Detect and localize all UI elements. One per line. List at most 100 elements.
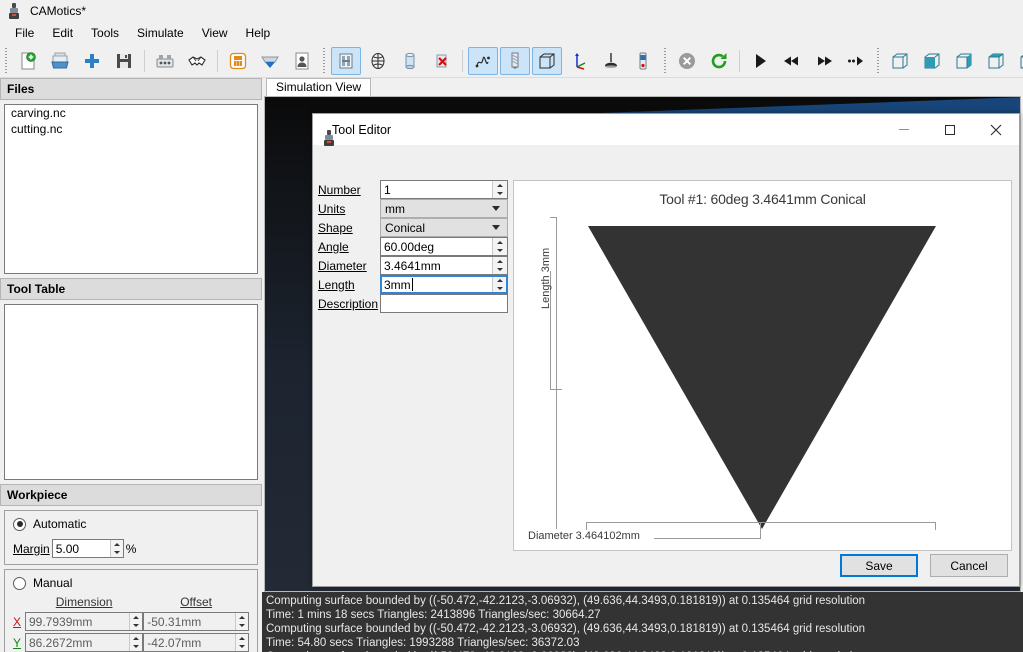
angle-step-up[interactable] — [493, 238, 507, 247]
show-axes-button[interactable] — [564, 47, 594, 75]
save-button[interactable]: Save — [840, 554, 918, 577]
stop-button[interactable] — [672, 47, 702, 75]
margin-spinbox[interactable] — [51, 539, 124, 558]
download-button[interactable] — [255, 47, 285, 75]
offset-x-input[interactable] — [144, 613, 235, 630]
list-item[interactable]: cutting.nc — [5, 121, 257, 137]
new-file-button[interactable] — [13, 47, 43, 75]
workpiece-panel-title: Workpiece — [0, 484, 262, 506]
margin-step-up[interactable] — [111, 540, 122, 549]
toolbar-drag-handle[interactable] — [320, 47, 328, 74]
menu-simulate[interactable]: Simulate — [128, 23, 193, 43]
handshake-button[interactable] — [182, 47, 212, 75]
description-input[interactable] — [380, 294, 508, 313]
offset-x-spinbox[interactable] — [143, 612, 249, 631]
view-right-button[interactable] — [1013, 47, 1023, 75]
list-item[interactable]: carving.nc — [5, 105, 257, 121]
show-wireframe-button[interactable] — [363, 47, 393, 75]
play-button[interactable] — [745, 47, 775, 75]
dimension-y-spinbox[interactable] — [25, 633, 144, 652]
shape-select[interactable]: Conical — [380, 218, 508, 237]
diameter-spinbox[interactable]: 3.4641mm — [380, 256, 508, 275]
view-isometric-button[interactable] — [885, 47, 915, 75]
tool-preview: Tool #1: 60deg 3.4641mm Conical Length 3… — [513, 180, 1012, 551]
export-button[interactable] — [223, 47, 253, 75]
menu-edit[interactable]: Edit — [43, 23, 82, 43]
show-tool-button[interactable] — [500, 46, 530, 75]
angle-step-down[interactable] — [493, 247, 507, 256]
view-front-button[interactable] — [917, 47, 947, 75]
view-back-button[interactable] — [949, 47, 979, 75]
maximize-icon[interactable] — [927, 114, 973, 145]
machine-button[interactable] — [150, 47, 180, 75]
show-solid-button[interactable] — [395, 47, 425, 75]
toolbar-drag-handle[interactable] — [874, 47, 882, 74]
angle-spinbox[interactable]: 60.00deg — [380, 237, 508, 256]
margin-input[interactable] — [52, 540, 111, 557]
files-list[interactable]: carving.nc cutting.nc — [4, 104, 258, 274]
save-file-button[interactable] — [109, 47, 139, 75]
offset-y-input[interactable] — [144, 634, 235, 651]
length-value-wrap[interactable]: 3mm — [381, 276, 492, 293]
offset-y-step-down[interactable] — [236, 643, 248, 652]
menu-view[interactable]: View — [193, 23, 237, 43]
number-value[interactable]: 1 — [381, 181, 492, 198]
fast-forward-button[interactable] — [809, 47, 839, 75]
show-machine-button[interactable] — [596, 47, 626, 75]
length-spinbox[interactable]: 3mm — [380, 275, 508, 294]
skip-to-end-button[interactable] — [841, 47, 871, 75]
show-path-button[interactable] — [468, 46, 498, 75]
automatic-radio-row[interactable]: Automatic — [13, 517, 249, 531]
offset-x-step-up[interactable] — [236, 613, 248, 622]
clear-workpiece-button[interactable] — [427, 47, 457, 75]
dimension-x-spinbox[interactable] — [25, 612, 144, 631]
show-bounds-button[interactable] — [532, 46, 562, 75]
angle-value[interactable]: 60.00deg — [381, 238, 492, 255]
dimension-x-step-up[interactable] — [130, 613, 142, 622]
diameter-step-down[interactable] — [493, 266, 507, 275]
dimension-y-step-up[interactable] — [130, 634, 142, 643]
offset-y-step-up[interactable] — [236, 634, 248, 643]
manual-radio-row[interactable]: Manual — [13, 576, 249, 590]
toolbar-drag-handle[interactable] — [2, 47, 10, 74]
menu-help[interactable]: Help — [237, 23, 280, 43]
menubar: File Edit Tools Simulate View Help — [0, 22, 1023, 44]
margin-step-down[interactable] — [111, 549, 122, 558]
cancel-button[interactable]: Cancel — [930, 554, 1008, 577]
minimize-icon[interactable] — [881, 114, 927, 145]
workpiece-manual-group: Manual Dimension Offset X 99.7939mm -50.… — [4, 569, 258, 652]
account-button[interactable] — [287, 47, 317, 75]
length-step-up[interactable] — [493, 276, 507, 285]
dimension-y-input[interactable] — [26, 634, 129, 651]
rewind-button[interactable] — [777, 47, 807, 75]
add-file-button[interactable] — [77, 47, 107, 75]
toolbar-drag-handle[interactable] — [661, 47, 669, 74]
number-spinbox[interactable]: 1 — [380, 180, 508, 199]
menu-file[interactable]: File — [6, 23, 43, 43]
view-left-button[interactable] — [981, 47, 1011, 75]
dialog-titlebar[interactable]: Tool Editor — [313, 114, 1019, 146]
manual-radio[interactable] — [13, 576, 26, 590]
dimension-x-step-down[interactable] — [130, 622, 142, 631]
offset-y-spinbox[interactable] — [143, 633, 249, 652]
length-step-down[interactable] — [493, 285, 507, 294]
console-log[interactable]: Computing surface bounded by ((-50.472,-… — [262, 592, 1023, 652]
number-step-up[interactable] — [493, 181, 507, 190]
units-select[interactable]: mm — [380, 199, 508, 218]
menu-tools[interactable]: Tools — [82, 23, 128, 43]
dimension-y-step-down[interactable] — [130, 643, 142, 652]
open-file-button[interactable] — [45, 47, 75, 75]
close-icon[interactable] — [973, 114, 1019, 145]
automatic-radio[interactable] — [13, 517, 26, 531]
diameter-value[interactable]: 3.4641mm — [381, 257, 492, 274]
tab-simulation-view[interactable]: Simulation View — [266, 78, 372, 96]
offset-x-step-down[interactable] — [236, 622, 248, 631]
dimension-x-input[interactable] — [26, 613, 129, 630]
show-workpiece-button[interactable] — [331, 46, 361, 75]
margin-stepper[interactable] — [110, 540, 123, 558]
diameter-step-up[interactable] — [493, 257, 507, 266]
tool-table-list[interactable] — [4, 304, 258, 480]
number-step-down[interactable] — [493, 190, 507, 199]
show-probe-button[interactable] — [628, 47, 658, 75]
reload-button[interactable] — [704, 47, 734, 75]
